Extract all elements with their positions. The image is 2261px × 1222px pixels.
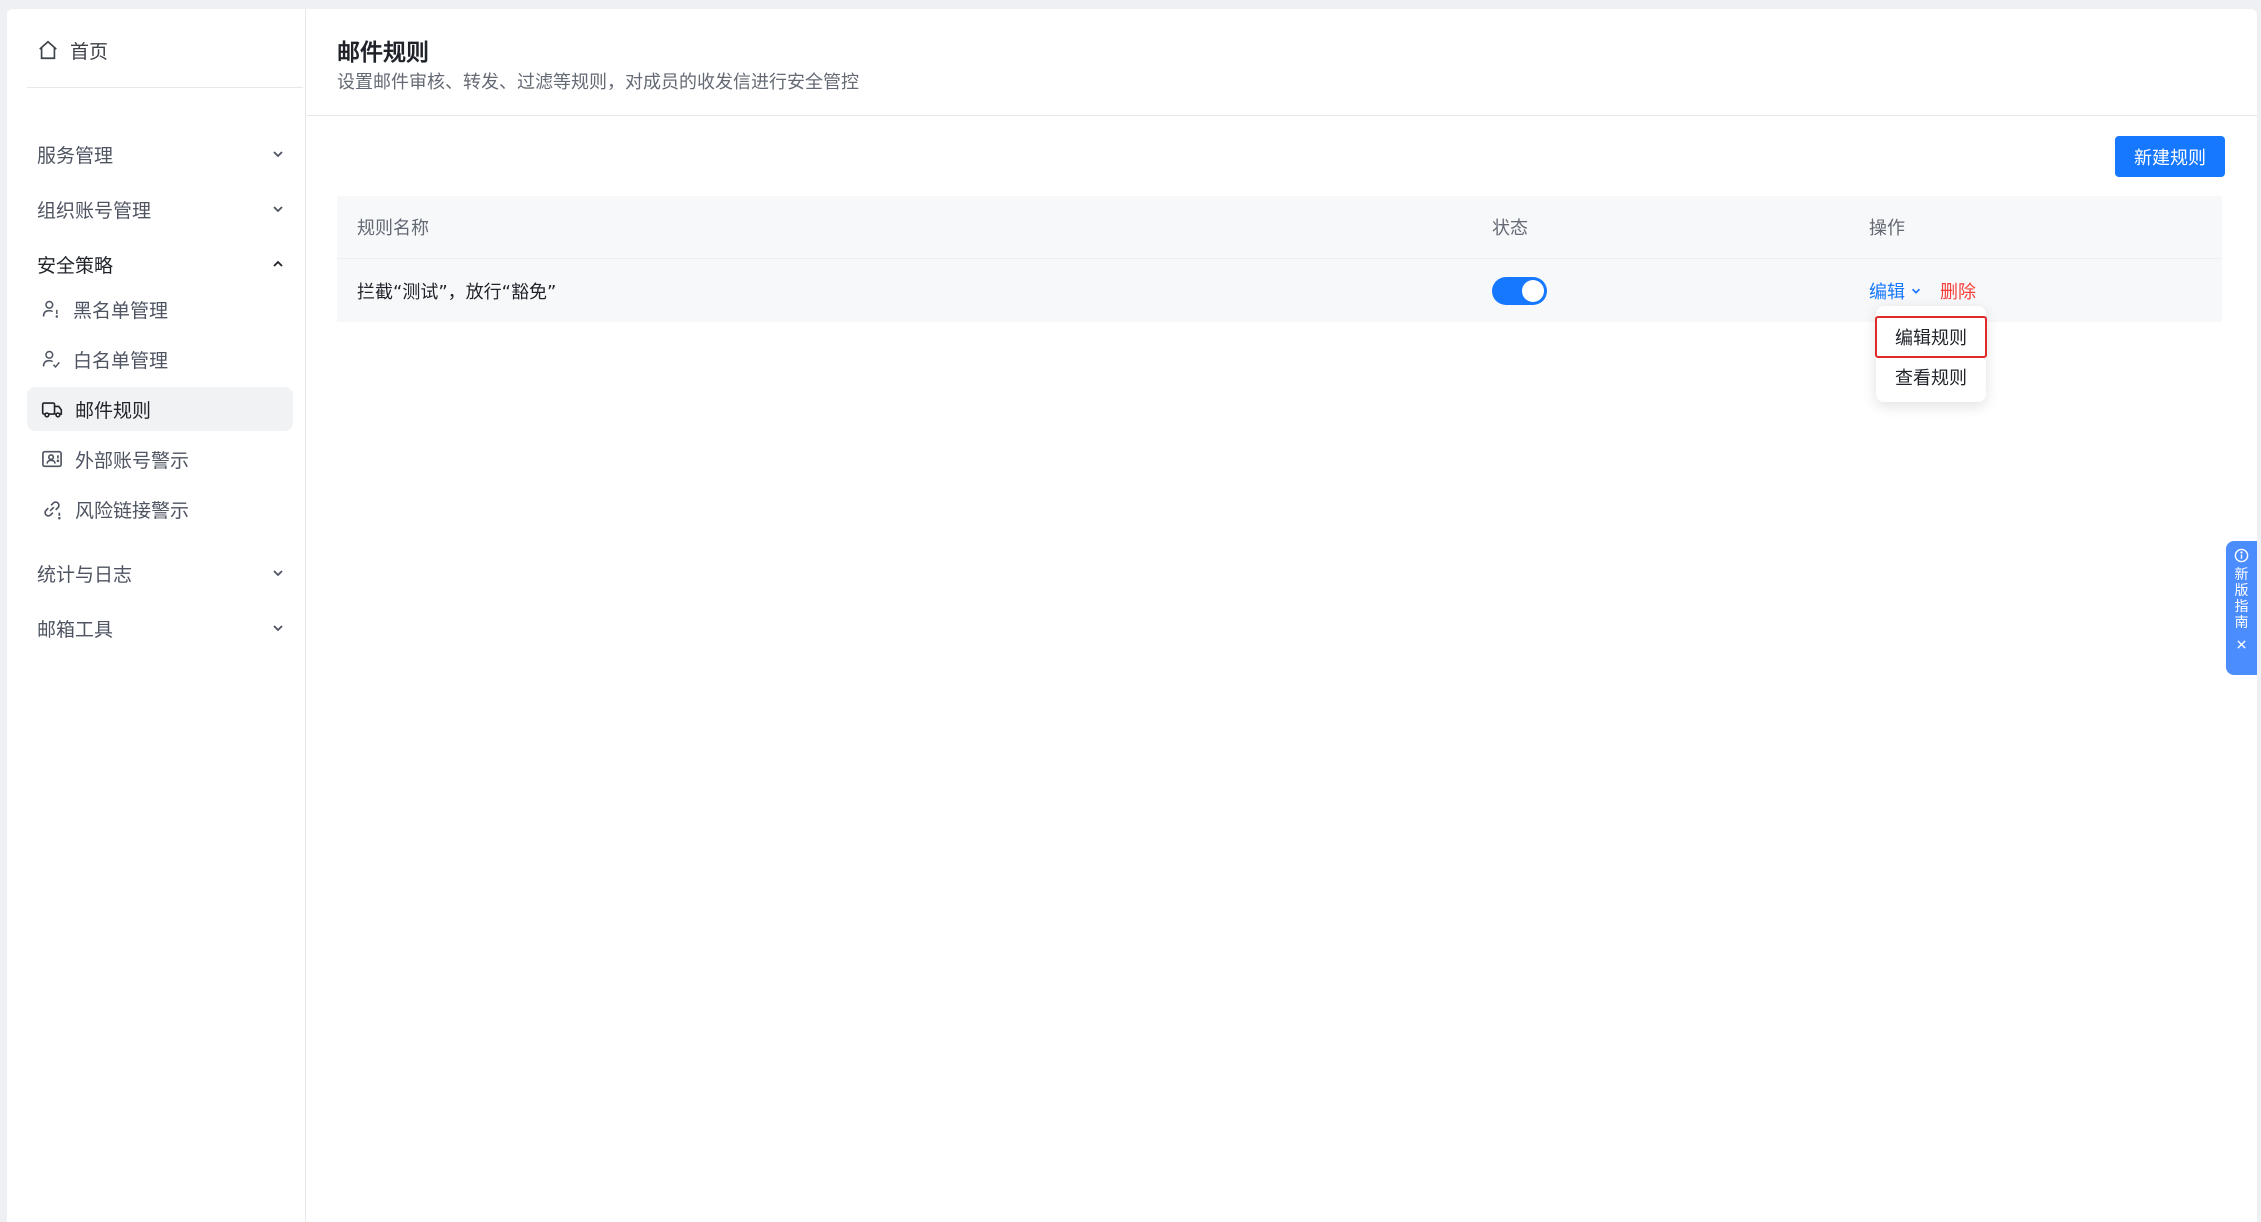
sidebar-item-external-account[interactable]: 外部账号警示 <box>27 437 293 481</box>
edit-dropdown-menu: 编辑规则 查看规则 <box>1875 306 1987 402</box>
column-header-actions: 操作 <box>1869 218 1905 239</box>
toggle-switch[interactable] <box>1492 276 1547 305</box>
sidebar: 首页 服务管理 组织账号管理 安全策略 黑名单管理 白名单管理 邮件规则 外部账… <box>7 9 306 1222</box>
sidebar-item-label: 首页 <box>70 40 109 63</box>
sidebar-item-whitelist[interactable]: 白名单管理 <box>27 337 293 381</box>
chevron-down-icon <box>273 151 283 158</box>
column-header-name: 规则名称 <box>357 218 429 239</box>
chevron-up-icon <box>273 260 283 267</box>
sidebar-group-label: 安全策略 <box>37 254 114 277</box>
risk-link-icon <box>44 501 61 520</box>
toggle-knob <box>1522 279 1544 302</box>
sidebar-item-home[interactable]: 首页 <box>37 34 108 66</box>
sidebar-item-label: 风险链接警示 <box>75 499 190 522</box>
table-header: 规则名称 状态 操作 <box>337 196 2222 258</box>
sidebar-item-label: 黑名单管理 <box>73 299 169 322</box>
guide-label: 新版指南 <box>2234 567 2249 631</box>
user-check-icon <box>42 350 60 369</box>
sidebar-item-label: 邮件规则 <box>75 399 152 422</box>
menu-item-edit-rule[interactable]: 编辑规则 <box>1875 316 1987 358</box>
rule-name: 拦截“测试”，放行“豁免” <box>357 281 557 303</box>
external-account-icon <box>42 450 62 468</box>
main-content: 邮件规则 设置邮件审核、转发、过滤等规则，对成员的收发信进行安全管控 新建规则 … <box>307 9 2257 1222</box>
sidebar-group-mail-tools[interactable]: 邮箱工具 <box>37 608 285 648</box>
chevron-down-icon <box>273 625 283 632</box>
status-toggle[interactable] <box>1492 276 1547 305</box>
sidebar-group-label: 统计与日志 <box>37 563 133 586</box>
chevron-down-icon <box>273 570 283 577</box>
new-guide-tab[interactable]: 新版指南 <box>2226 541 2257 675</box>
page-description: 设置邮件审核、转发、过滤等规则，对成员的收发信进行安全管控 <box>337 72 859 93</box>
row-actions: 编辑 删除 <box>1869 278 1976 304</box>
sidebar-item-risk-link[interactable]: 风险链接警示 <box>27 487 293 531</box>
chevron-down-icon <box>1911 288 1921 294</box>
sidebar-item-mail-rules[interactable]: 邮件规则 <box>27 387 293 431</box>
page-header: 邮件规则 设置邮件审核、转发、过滤等规则，对成员的收发信进行安全管控 <box>307 9 2257 116</box>
home-icon <box>39 40 57 60</box>
mail-rule-icon <box>41 402 63 418</box>
sidebar-group-security[interactable]: 安全策略 <box>37 244 285 284</box>
sidebar-group-label: 服务管理 <box>37 144 114 167</box>
user-block-icon <box>42 300 59 318</box>
sidebar-group-org-accounts[interactable]: 组织账号管理 <box>37 189 285 229</box>
edit-dropdown-trigger[interactable]: 编辑 <box>1869 278 1922 304</box>
sidebar-divider <box>27 87 303 88</box>
delete-link[interactable]: 删除 <box>1940 278 1976 304</box>
close-icon[interactable] <box>2236 639 2247 650</box>
sidebar-group-stats-logs[interactable]: 统计与日志 <box>37 553 285 593</box>
new-rule-button[interactable]: 新建规则 <box>2115 136 2225 177</box>
sidebar-group-label: 组织账号管理 <box>37 199 152 222</box>
column-header-status: 状态 <box>1492 218 1528 239</box>
page-title: 邮件规则 <box>337 40 429 66</box>
menu-item-view-rule[interactable]: 查看规则 <box>1876 357 1986 397</box>
rules-table: 规则名称 状态 操作 拦截“测试”，放行“豁免” 编辑 删除 <box>337 196 2222 322</box>
sidebar-group-service[interactable]: 服务管理 <box>37 134 285 174</box>
chevron-down-icon <box>273 206 283 213</box>
edit-link-label: 编辑 <box>1869 281 1905 303</box>
sidebar-item-label: 白名单管理 <box>73 349 169 372</box>
sidebar-item-blacklist[interactable]: 黑名单管理 <box>27 287 293 331</box>
info-icon <box>2234 548 2249 563</box>
app-window: 首页 服务管理 组织账号管理 安全策略 黑名单管理 白名单管理 邮件规则 外部账… <box>7 9 2257 1222</box>
sidebar-item-label: 外部账号警示 <box>75 449 190 472</box>
sidebar-group-label: 邮箱工具 <box>37 618 114 641</box>
